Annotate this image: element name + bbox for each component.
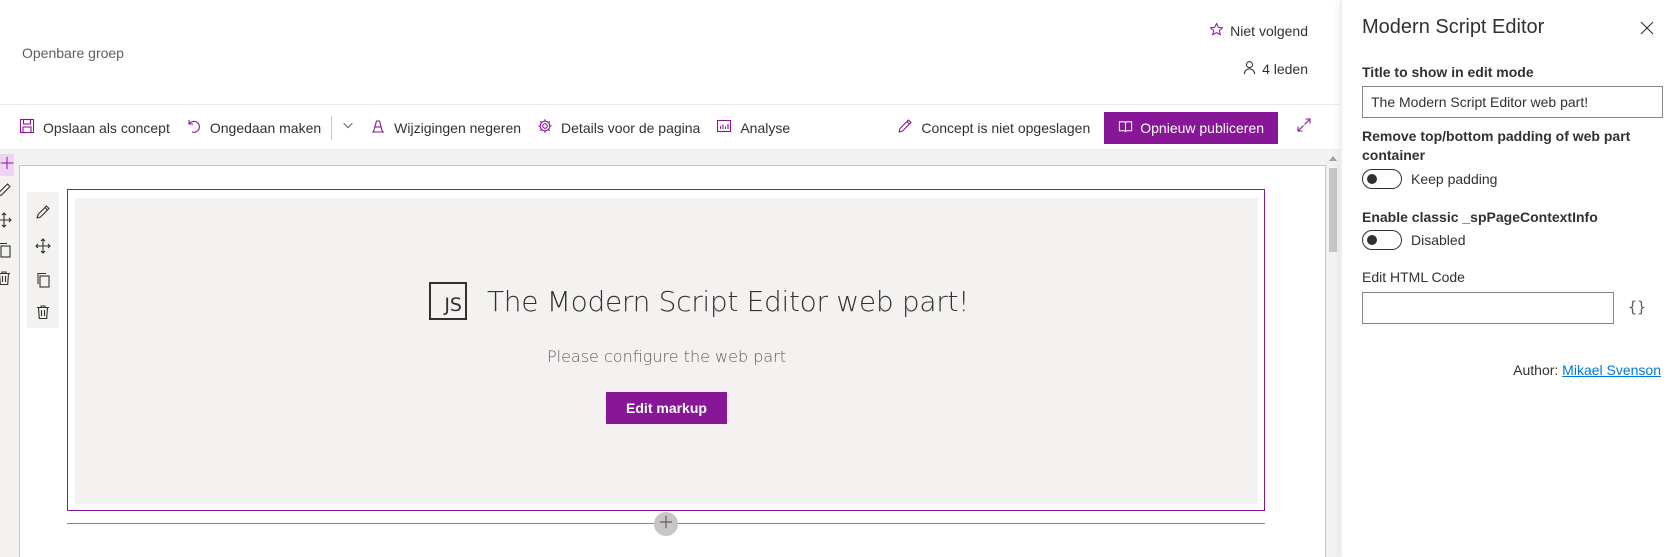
undo-dropdown-button[interactable] xyxy=(334,112,362,144)
context-toggle-row: Disabled xyxy=(1362,230,1465,250)
section-edit-pencil-icon[interactable] xyxy=(0,182,12,198)
expand-button[interactable] xyxy=(1284,112,1324,144)
analytics-label: Analyse xyxy=(740,119,791,136)
save-icon xyxy=(19,118,35,137)
follow-label: Niet volgend xyxy=(1230,23,1308,39)
gear-icon xyxy=(537,118,553,137)
property-pane: Modern Script Editor Title to show in ed… xyxy=(1341,0,1677,557)
padding-toggle[interactable] xyxy=(1362,169,1402,189)
analytics-button[interactable]: Analyse xyxy=(708,112,798,144)
webpart-subtitle: Please configure the web part xyxy=(546,347,787,366)
undo-label: Ongedaan maken xyxy=(209,119,322,136)
context-field-label: Enable classic _spPageContextInfo xyxy=(1362,209,1598,225)
author-link[interactable]: Mikael Svenson xyxy=(1562,362,1661,378)
section-delete-icon[interactable] xyxy=(0,270,12,286)
context-toggle-text: Disabled xyxy=(1411,232,1466,248)
title-field-label: Title to show in edit mode xyxy=(1362,64,1534,80)
group-type-label: Openbare groep xyxy=(22,45,124,61)
section-duplicate-icon[interactable] xyxy=(0,242,12,258)
edit-markup-button[interactable]: Edit markup xyxy=(606,392,727,424)
pencil-icon xyxy=(897,118,913,137)
discard-changes-label: Wijzigingen negeren xyxy=(394,119,522,136)
pane-title: Modern Script Editor xyxy=(1362,16,1545,38)
site-header: Openbare groep Niet volgend 4 leden xyxy=(0,0,1340,105)
padding-toggle-text: Keep padding xyxy=(1411,171,1498,187)
webpart-title: The Modern Script Editor web part! xyxy=(487,284,970,318)
book-icon xyxy=(1118,119,1133,137)
page-details-label: Details voor de pagina xyxy=(561,119,701,136)
scroll-thumb[interactable] xyxy=(1329,168,1337,252)
expand-icon xyxy=(1296,117,1312,138)
author-prefix: Author: xyxy=(1513,362,1559,378)
draft-status: Concept is niet opgeslagen xyxy=(889,112,1098,144)
close-icon xyxy=(1639,21,1655,40)
save-draft-label: Opslaan als concept xyxy=(43,119,170,136)
webpart-delete-icon[interactable] xyxy=(35,304,51,320)
author-credit: Author: Mikael Svenson xyxy=(1513,362,1661,378)
follow-button[interactable]: Niet volgend xyxy=(1209,22,1308,40)
plus-icon xyxy=(0,156,14,175)
close-pane-button[interactable] xyxy=(1639,20,1655,36)
command-bar: Opslaan als concept Ongedaan maken Wijzi… xyxy=(0,106,1340,150)
section-toolbar xyxy=(0,154,16,304)
toolbar-divider xyxy=(331,115,333,140)
discard-icon xyxy=(370,118,386,137)
add-section-button[interactable] xyxy=(0,154,14,176)
html-code-label: Edit HTML Code xyxy=(1362,269,1465,285)
person-icon xyxy=(1242,60,1257,78)
page-details-button[interactable]: Details voor de pagina xyxy=(529,112,708,144)
discard-changes-button[interactable]: Wijzigingen negeren xyxy=(362,112,529,144)
scroll-up-arrow-icon[interactable] xyxy=(1329,156,1337,161)
js-logo-icon: JS xyxy=(429,282,467,320)
members-button[interactable]: 4 leden xyxy=(1242,60,1308,78)
webpart-heading: JS The Modern Script Editor web part! xyxy=(429,282,969,320)
context-toggle[interactable] xyxy=(1362,230,1402,250)
webpart-duplicate-icon[interactable] xyxy=(35,272,51,288)
webpart-move-icon[interactable] xyxy=(35,238,51,254)
members-label: 4 leden xyxy=(1262,61,1308,77)
undo-button[interactable]: Ongedaan maken xyxy=(178,112,329,144)
chevron-down-icon xyxy=(341,118,355,137)
padding-field-label: Remove top/bottom padding of web part co… xyxy=(1362,128,1631,163)
plus-icon xyxy=(659,515,673,534)
script-editor-webpart: JS The Modern Script Editor web part! Pl… xyxy=(75,198,1258,504)
padding-toggle-row: Keep padding xyxy=(1362,169,1497,189)
draft-status-label: Concept is niet opgeslagen xyxy=(921,119,1091,136)
star-icon xyxy=(1209,22,1224,40)
republish-label: Opnieuw publiceren xyxy=(1140,119,1264,136)
undo-icon xyxy=(186,118,202,137)
save-draft-button[interactable]: Opslaan als concept xyxy=(11,112,178,144)
section-move-icon[interactable] xyxy=(0,212,12,228)
webpart-toolbar xyxy=(27,192,59,328)
webpart-edit-pencil-icon[interactable] xyxy=(35,204,51,220)
code-braces-icon[interactable]: {} xyxy=(1628,298,1646,316)
html-code-field[interactable] xyxy=(1362,292,1614,324)
analytics-icon xyxy=(716,118,732,137)
canvas-scrollbar[interactable] xyxy=(1326,150,1340,557)
title-field-input[interactable] xyxy=(1362,86,1663,118)
add-webpart-button[interactable] xyxy=(654,512,678,536)
republish-button[interactable]: Opnieuw publiceren xyxy=(1104,111,1278,144)
